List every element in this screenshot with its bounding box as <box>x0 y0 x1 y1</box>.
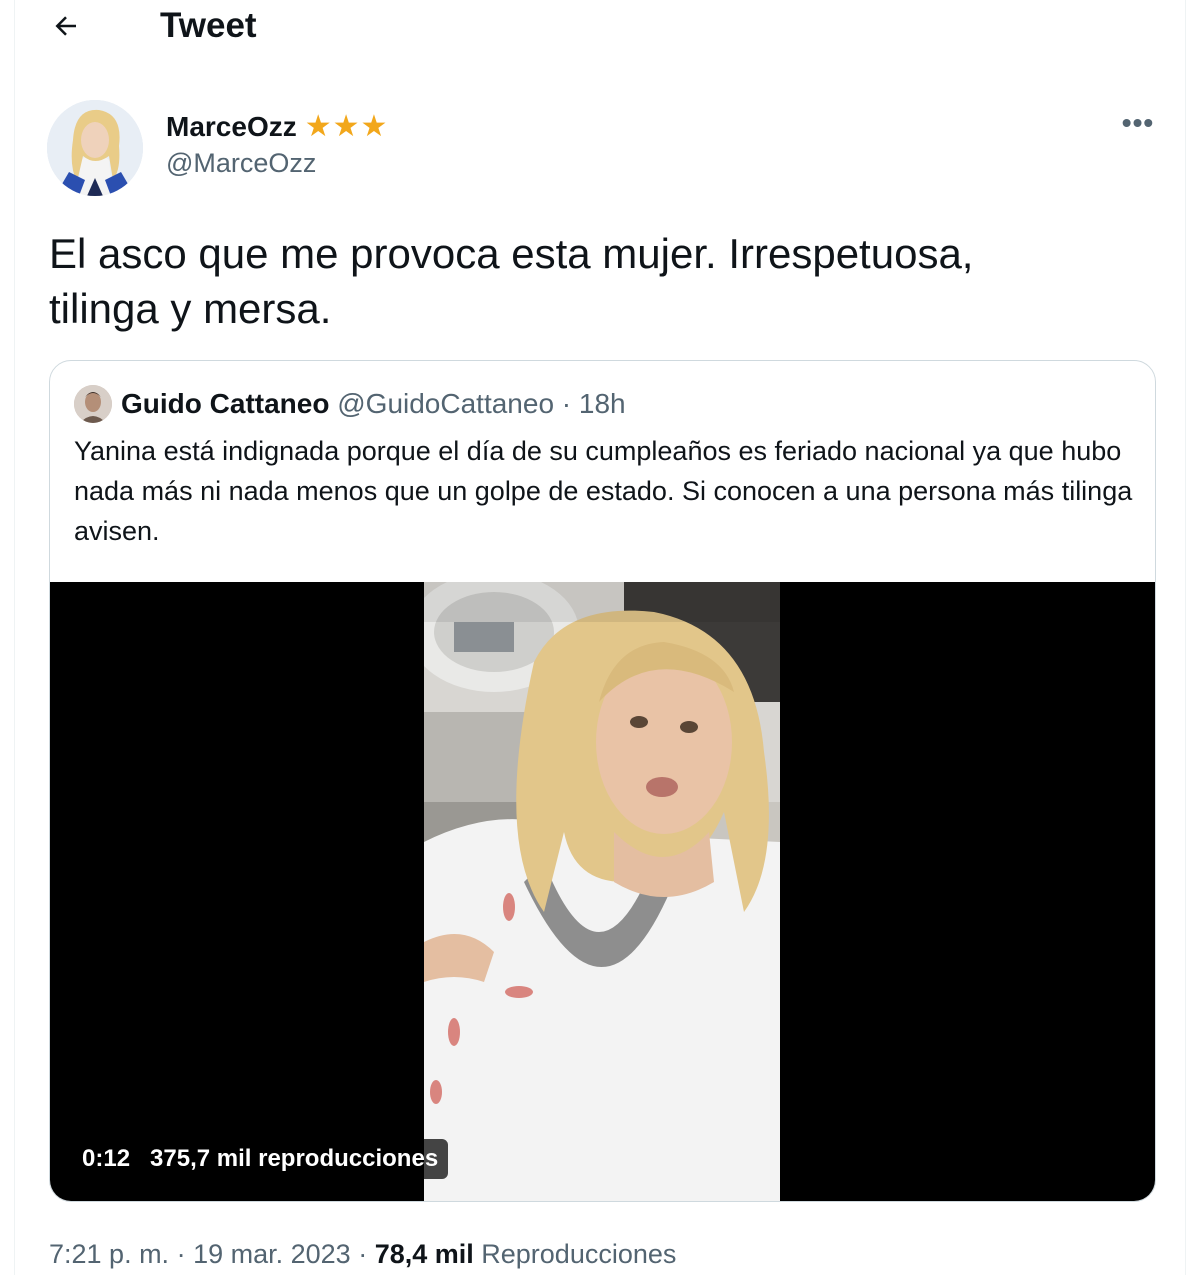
quoted-author-name: Guido Cattaneo <box>121 388 330 419</box>
more-options-icon[interactable]: ••• <box>1116 108 1160 144</box>
quoted-author-avatar <box>74 385 112 423</box>
quoted-time: 18h <box>578 388 626 419</box>
tweet-text-line: tilinga y mersa. <box>49 285 332 332</box>
tweet-meta: 7:21 p. m. · 19 mar. 2023 · 78,4 mil Rep… <box>49 1236 676 1272</box>
star-icon: ★★★ <box>304 110 389 143</box>
author-handle[interactable]: @MarceOzz <box>166 148 316 179</box>
video-thumbnail <box>424 582 780 1201</box>
page-header: Tweet <box>0 0 1200 56</box>
tweet-text-line: El asco que me provoca esta mujer. Irres… <box>49 230 974 277</box>
tweet-time[interactable]: 7:21 p. m. <box>49 1239 169 1269</box>
quoted-header: Guido Cattaneo @GuidoCattaneo · 18h <box>121 386 626 422</box>
video-info-badge: 0:12 375,7 mil reproducciones <box>72 1139 449 1179</box>
separator-dot: · <box>350 1239 375 1269</box>
back-arrow-icon <box>55 16 76 36</box>
video-views: 375,7 mil reproducciones <box>150 1145 439 1172</box>
author-name[interactable]: MarceOzz <box>166 111 297 143</box>
tweet-date[interactable]: 19 mar. 2023 <box>193 1239 351 1269</box>
quoted-text: Yanina está indignada porque el día de s… <box>74 436 1133 546</box>
quoted-tweet-card[interactable]: Guido Cattaneo @GuidoCattaneo · 18h Yani… <box>49 360 1156 1202</box>
tweet-views-label: Reproducciones <box>473 1239 677 1269</box>
quoted-author-handle: @GuidoCattaneo <box>337 388 555 419</box>
separator-dot: · <box>169 1239 194 1269</box>
page-title: Tweet <box>160 6 257 45</box>
author-name-row: MarceOzz ★★★ <box>166 108 388 146</box>
author-avatar[interactable] <box>47 100 143 196</box>
tweet-text: El asco que me provoca esta mujer. Irres… <box>49 226 1149 336</box>
separator-dot: · <box>554 388 579 419</box>
video-duration: 0:12 <box>82 1145 131 1172</box>
video-player[interactable]: 0:12 375,7 mil reproducciones <box>50 582 1155 1201</box>
tweet-views-count: 78,4 mil <box>374 1239 474 1269</box>
back-button[interactable] <box>44 4 88 48</box>
